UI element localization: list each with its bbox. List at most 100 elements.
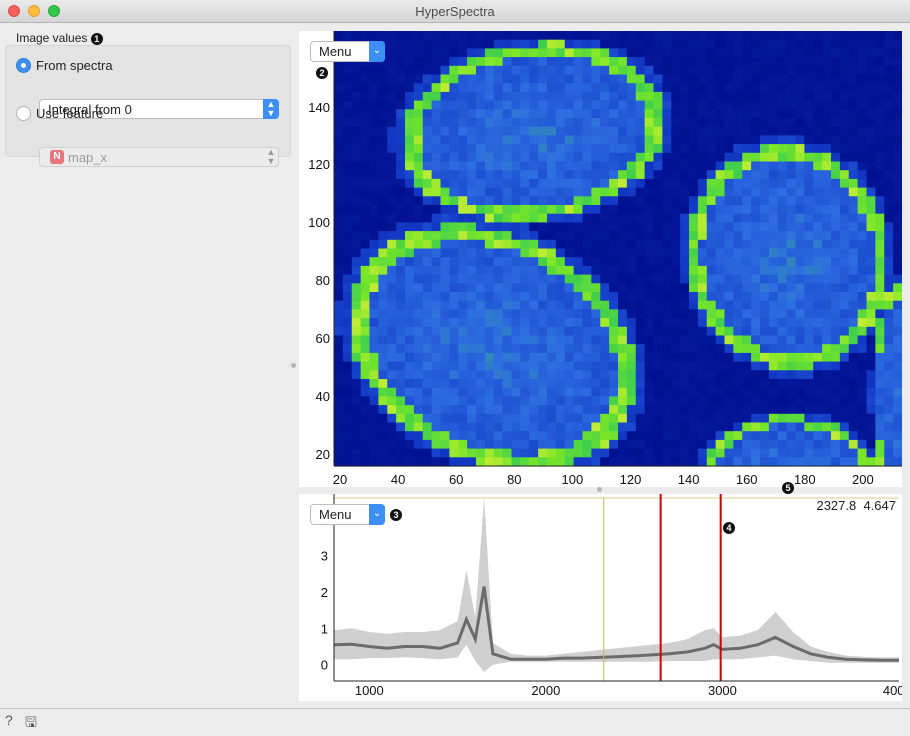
map-pixel: [671, 257, 681, 267]
map-pixel: [369, 457, 379, 467]
vertical-splitter-handle[interactable]: [291, 363, 296, 368]
spectra-menu-button[interactable]: Menu ⌄: [310, 504, 385, 525]
map-pixel: [334, 396, 344, 406]
map-pixel: [777, 300, 788, 310]
map-pixel: [751, 135, 761, 145]
map-pixel: [635, 396, 646, 406]
map-pixel: [520, 231, 530, 241]
map-pixel: [511, 135, 521, 145]
map-pixel: [502, 448, 513, 458]
map-pixel: [573, 422, 584, 432]
feature-select[interactable]: N map_x ▲ ▼: [39, 147, 279, 167]
map-pixel: [573, 335, 584, 345]
map-pixel: [697, 361, 708, 371]
map-pixel: [742, 379, 752, 389]
map-pixel: [369, 422, 379, 432]
map-pixel: [706, 91, 717, 102]
map-pixel: [396, 265, 406, 276]
map-pixel: [413, 100, 424, 110]
map-pixel: [671, 135, 681, 145]
help-icon[interactable]: ?: [5, 712, 13, 728]
map-pixel: [875, 65, 885, 76]
map-pixel: [635, 91, 646, 102]
map-pixel: [742, 457, 752, 467]
map-pixel: [875, 257, 885, 267]
map-pixel: [680, 396, 690, 406]
map-pixel: [786, 274, 797, 284]
map-pixel: [529, 48, 539, 58]
x-tick-label: 2000: [531, 683, 560, 698]
image-menu-button[interactable]: Menu ⌄: [310, 41, 385, 62]
map-pixel: [635, 370, 646, 380]
map-pixel: [635, 65, 646, 76]
map-pixel: [342, 431, 353, 441]
map-pixel: [839, 387, 850, 397]
title-bar: HyperSpectra: [0, 0, 910, 23]
map-pixel: [866, 413, 876, 424]
map-pixel: [351, 100, 362, 110]
from-spectra-radio[interactable]: [16, 58, 31, 73]
map-pixel: [555, 100, 566, 110]
use-feature-label[interactable]: Use feature: [36, 106, 103, 121]
horizontal-splitter-handle[interactable]: [597, 487, 602, 492]
map-pixel: [724, 239, 734, 250]
map-pixel: [635, 118, 646, 128]
map-pixel: [715, 257, 726, 267]
map-pixel: [831, 231, 841, 241]
map-pixel: [671, 239, 681, 250]
map-pixel: [804, 65, 814, 76]
map-pixel: [893, 457, 903, 467]
map-pixel: [600, 144, 610, 154]
map-pixel: [662, 144, 672, 154]
map-pixel: [635, 222, 646, 232]
map-pixel: [511, 39, 521, 49]
map-pixel: [458, 352, 468, 363]
from-spectra-label[interactable]: From spectra: [36, 58, 113, 73]
map-pixel: [342, 152, 353, 163]
spectra-plot[interactable]: 0 1 2 3 1000 2000 3000 400 Menu ⌄ 3 4 2327.8 4.…: [299, 494, 905, 701]
map-pixel: [653, 387, 663, 397]
map-pixel: [591, 361, 601, 371]
map-pixel: [422, 91, 433, 102]
map-pixel: [715, 222, 726, 232]
map-pixel: [493, 326, 504, 337]
map-pixel: [795, 135, 805, 145]
map-pixel: [493, 405, 504, 415]
map-pixel: [742, 57, 752, 67]
map-pixel: [875, 387, 885, 397]
save-icon[interactable]: 🖫: [25, 712, 37, 736]
map-pixel: [733, 326, 743, 337]
map-pixel: [786, 248, 797, 258]
map-pixel: [351, 91, 362, 102]
map-pixel: [831, 178, 841, 189]
map-pixel: [768, 309, 779, 319]
use-feature-radio[interactable]: [16, 106, 31, 121]
map-pixel: [396, 326, 406, 337]
map-pixel: [342, 379, 353, 389]
map-pixel: [866, 118, 876, 128]
map-pixel: [351, 309, 362, 319]
map-pixel: [653, 326, 663, 337]
map-pixel: [697, 196, 708, 206]
spectra-plot-canvas[interactable]: 01231000 2000 3000 400: [299, 494, 905, 701]
map-pixel: [662, 178, 672, 189]
map-pixel: [831, 170, 841, 180]
map-pixel: [715, 74, 726, 84]
map-pixel: [573, 387, 584, 397]
map-pixel: [502, 135, 513, 145]
map-pixel: [689, 161, 699, 171]
map-pixel: [405, 178, 415, 189]
map-pixel: [839, 422, 850, 432]
map-pixel: [768, 396, 779, 406]
map-pixel: [831, 205, 841, 215]
map-pixel: [671, 370, 681, 380]
map-pixel: [866, 283, 876, 293]
image-plot-canvas[interactable]: 2040608010012014012040608010012014016018…: [299, 31, 903, 487]
map-pixel: [591, 100, 601, 110]
image-plot[interactable]: 2040608010012014012040608010012014016018…: [299, 31, 903, 487]
map-pixel: [538, 439, 548, 450]
map-pixel: [777, 152, 788, 163]
map-pixel: [831, 457, 841, 467]
map-pixel: [760, 326, 770, 337]
map-pixel: [476, 370, 486, 380]
